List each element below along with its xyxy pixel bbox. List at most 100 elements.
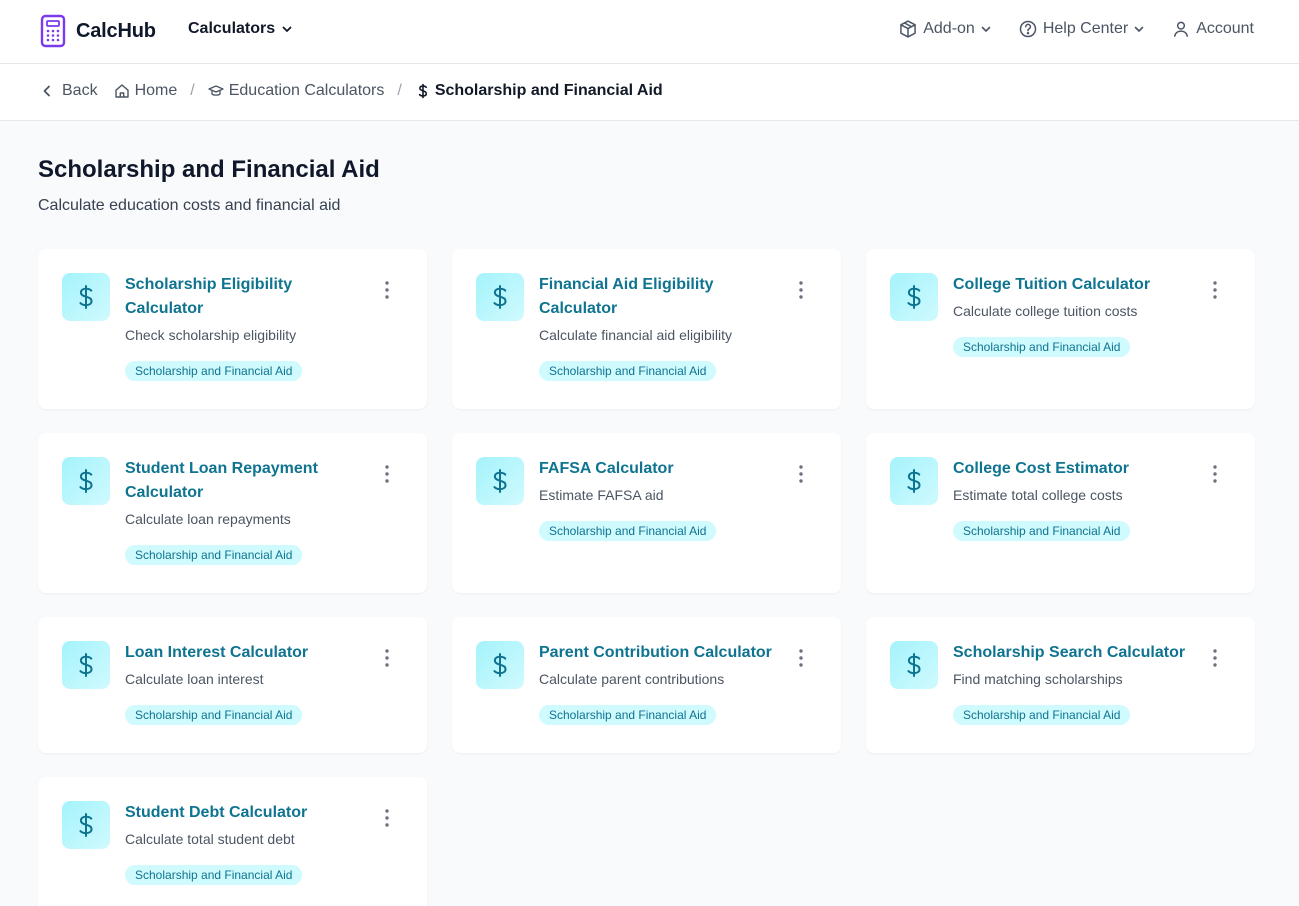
- calculator-card[interactable]: Loan Interest Calculator Calculate loan …: [38, 617, 427, 753]
- more-vertical-icon: [385, 465, 389, 483]
- chevron-down-icon: [981, 26, 991, 32]
- dollar-icon: [493, 469, 507, 493]
- breadcrumb-separator: /: [397, 82, 402, 99]
- help-center-label: Help Center: [1042, 20, 1129, 37]
- calculators-menu-button[interactable]: Calculators: [188, 20, 293, 38]
- category-tag: Scholarship and Financial Aid: [125, 545, 303, 565]
- card-more-options-button[interactable]: [379, 464, 395, 484]
- account-button[interactable]: Account: [1171, 19, 1254, 39]
- chevron-down-icon: [282, 26, 292, 32]
- card-title-link[interactable]: College Cost Estimator: [953, 457, 1195, 481]
- calculator-card[interactable]: Financial Aid Eligibility Calculator Cal…: [452, 249, 841, 409]
- category-tag: Scholarship and Financial Aid: [539, 521, 717, 541]
- dollar-icon: [79, 469, 93, 493]
- addon-menu-button[interactable]: Add-on: [898, 19, 992, 39]
- breadcrumb-home-link[interactable]: Home: [114, 82, 178, 100]
- breadcrumb: Back Home / Education Calculators / Scho…: [40, 82, 663, 100]
- header-actions: Add-on Help Center Account: [898, 19, 1254, 39]
- home-icon: [114, 84, 129, 98]
- card-icon-tile: [476, 641, 524, 689]
- category-tag: Scholarship and Financial Aid: [125, 865, 303, 885]
- top-navigation-bar: CalcHub Calculators Add-on Help Center A…: [0, 0, 1299, 64]
- dollar-icon: [79, 653, 93, 677]
- breadcrumb-category-label: Education Calculators: [228, 82, 385, 99]
- card-icon-tile: [62, 801, 110, 849]
- card-more-options-button[interactable]: [1207, 280, 1223, 300]
- card-title-link[interactable]: FAFSA Calculator: [539, 457, 781, 481]
- calculator-card[interactable]: College Tuition Calculator Calculate col…: [866, 249, 1255, 409]
- card-icon-tile: [62, 457, 110, 505]
- card-title-link[interactable]: Scholarship Eligibility Calculator: [125, 273, 367, 321]
- category-tag: Scholarship and Financial Aid: [125, 361, 303, 381]
- category-tag: Scholarship and Financial Aid: [539, 705, 717, 725]
- chevron-down-icon: [1134, 26, 1144, 32]
- dollar-icon: [79, 285, 93, 309]
- more-vertical-icon: [1213, 649, 1217, 667]
- card-more-options-button[interactable]: [793, 464, 809, 484]
- card-description: Check scholarship eligibility: [125, 327, 297, 343]
- category-tag: Scholarship and Financial Aid: [125, 705, 303, 725]
- account-label: Account: [1196, 20, 1254, 37]
- calculators-menu-label: Calculators: [188, 20, 276, 37]
- card-icon-tile: [62, 273, 110, 321]
- chevron-left-icon: [43, 85, 50, 97]
- card-icon-tile: [890, 641, 938, 689]
- card-more-options-button[interactable]: [379, 808, 395, 828]
- more-vertical-icon: [385, 809, 389, 827]
- card-description: Calculate loan interest: [125, 671, 264, 687]
- breadcrumb-separator: /: [190, 82, 195, 99]
- calculator-card[interactable]: Student Debt Calculator Calculate total …: [38, 777, 427, 906]
- card-icon-tile: [476, 457, 524, 505]
- card-title-link[interactable]: Student Loan Repayment Calculator: [125, 457, 367, 505]
- card-icon-tile: [62, 641, 110, 689]
- calculator-card[interactable]: College Cost Estimator Estimate total co…: [866, 433, 1255, 593]
- more-vertical-icon: [385, 281, 389, 299]
- breadcrumb-current: Scholarship and Financial Aid: [415, 82, 663, 100]
- dollar-icon: [907, 469, 921, 493]
- calculator-card[interactable]: Student Loan Repayment Calculator Calcul…: [38, 433, 427, 593]
- back-button[interactable]: Back: [40, 82, 98, 100]
- dollar-icon: [79, 813, 93, 837]
- page-subtitle: Calculate education costs and financial …: [38, 197, 341, 214]
- graduation-cap-icon: [208, 85, 224, 96]
- card-title-link[interactable]: Loan Interest Calculator: [125, 641, 367, 665]
- more-vertical-icon: [1213, 465, 1217, 483]
- card-description: Calculate total student debt: [125, 831, 295, 847]
- category-tag: Scholarship and Financial Aid: [953, 521, 1131, 541]
- card-more-options-button[interactable]: [793, 648, 809, 668]
- card-more-options-button[interactable]: [379, 280, 395, 300]
- addon-menu-label: Add-on: [923, 20, 975, 37]
- card-description: Calculate college tuition costs: [953, 303, 1138, 319]
- brand-logo-link[interactable]: CalcHub: [40, 14, 156, 48]
- card-icon-tile: [890, 457, 938, 505]
- dollar-icon: [907, 285, 921, 309]
- calculator-card[interactable]: Parent Contribution Calculator Calculate…: [452, 617, 841, 753]
- more-vertical-icon: [799, 281, 803, 299]
- help-center-menu-button[interactable]: Help Center: [1018, 19, 1145, 39]
- dollar-icon: [907, 653, 921, 677]
- help-circle-icon: [1019, 20, 1037, 38]
- category-tag: Scholarship and Financial Aid: [953, 705, 1131, 725]
- card-title-link[interactable]: Student Debt Calculator: [125, 801, 367, 825]
- card-title-link[interactable]: College Tuition Calculator: [953, 273, 1195, 297]
- breadcrumb-current-label: Scholarship and Financial Aid: [434, 82, 663, 99]
- calculator-card[interactable]: Scholarship Eligibility Calculator Check…: [38, 249, 427, 409]
- card-more-options-button[interactable]: [793, 280, 809, 300]
- card-title-link[interactable]: Parent Contribution Calculator: [539, 641, 781, 665]
- card-title-link[interactable]: Financial Aid Eligibility Calculator: [539, 273, 781, 321]
- breadcrumb-category-link[interactable]: Education Calculators: [208, 82, 385, 100]
- breadcrumb-bar: Back Home / Education Calculators / Scho…: [0, 64, 1299, 121]
- card-more-options-button[interactable]: [1207, 464, 1223, 484]
- more-vertical-icon: [1213, 281, 1217, 299]
- card-more-options-button[interactable]: [379, 648, 395, 668]
- card-description: Calculate parent contributions: [539, 671, 725, 687]
- calculator-card[interactable]: Scholarship Search Calculator Find match…: [866, 617, 1255, 753]
- breadcrumb-home-label: Home: [134, 82, 178, 99]
- back-label: Back: [62, 82, 98, 99]
- card-more-options-button[interactable]: [1207, 648, 1223, 668]
- page-title: Scholarship and Financial Aid: [38, 156, 380, 183]
- dollar-icon: [493, 285, 507, 309]
- card-description: Calculate financial aid eligibility: [539, 327, 732, 343]
- card-title-link[interactable]: Scholarship Search Calculator: [953, 641, 1195, 665]
- calculator-card[interactable]: FAFSA Calculator Estimate FAFSA aid Scho…: [452, 433, 841, 593]
